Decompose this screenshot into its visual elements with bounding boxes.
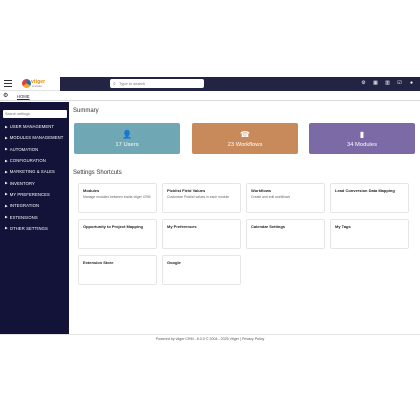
users-summary-card[interactable]: 👤 17 Users — [74, 123, 180, 154]
shortcut-tile-opportunity-project[interactable]: Opportunity to Project Mapping — [78, 219, 157, 249]
checkbox-icon[interactable]: ☑ — [397, 80, 402, 86]
shortcut-tile-lead-conversion[interactable]: Lead Conversion Data Mapping — [330, 183, 409, 213]
shortcut-name: Extension Store — [83, 260, 114, 265]
sidebar-item-label: INTEGRATION — [9, 203, 40, 209]
sidebar-item-label: AUTOMATION — [9, 146, 39, 152]
shortcut-name: Calendar Settings — [251, 224, 286, 229]
file-icon: ▮ — [359, 129, 365, 139]
sidebar-item-label: MY PREFERENCES — [9, 191, 50, 197]
breadcrumb-home[interactable]: HOME — [17, 94, 30, 99]
modules-summary-card[interactable]: ▮ 34 Modules — [309, 123, 415, 154]
shortcut-tile-google[interactable]: Google — [162, 255, 241, 285]
caret-right-icon: ▶ — [5, 203, 8, 208]
workflows-summary-label: 23 Workflows — [227, 141, 263, 148]
shortcut-name: Google — [167, 260, 181, 265]
summary-title: Summary — [73, 108, 99, 114]
sidebar-item-label: MARKETING & SALES — [9, 169, 55, 175]
sidebar-item[interactable]: ▶ MODULES MANAGEMENT — [0, 132, 69, 143]
sidebar-item[interactable]: ▶ USER MANAGEMENT — [0, 121, 69, 132]
caret-right-icon: ▶ — [5, 124, 8, 129]
gear-icon[interactable]: ⚙ — [361, 80, 366, 86]
shortcut-tile-calendar-settings[interactable]: Calendar Settings — [246, 219, 325, 249]
shortcut-name: Picklist Field Values — [167, 188, 206, 193]
sidebar-item-label: CONFIGURATION — [9, 158, 46, 164]
settings-gear-icon[interactable]: ⚙ — [3, 93, 9, 99]
footer: Powered by vtiger CRM - 8.0.0 © 2004 - 2… — [0, 334, 420, 344]
sidebar-item-label: MODULES MANAGEMENT — [9, 135, 64, 141]
caret-right-icon: ▶ — [5, 135, 8, 140]
top-icons: ⚙ ▦ ▥ ☑ ● — [361, 80, 414, 86]
top-bar-left: vtiger innovate — [0, 77, 60, 91]
logo-mark-icon — [22, 78, 31, 88]
top-bar-main: ⌕ ⚙ ▦ ▥ ☑ ● — [60, 77, 420, 91]
caret-right-icon: ▶ — [5, 181, 8, 186]
sidebar-item[interactable]: ▶ EXTENSIONS — [0, 211, 69, 222]
sidebar-item[interactable]: ▶ MARKETING & SALES — [0, 166, 69, 177]
app-logo[interactable]: vtiger innovate — [22, 78, 56, 90]
settings-search-input[interactable] — [3, 110, 67, 118]
user-icon: 👤 — [122, 129, 132, 139]
workflows-summary-card[interactable]: ☎ 23 Workflows — [192, 123, 298, 154]
shortcut-desc: Customize Picklist values in each module — [167, 195, 230, 199]
sidebar-item-label: OTHER SETTINGS — [9, 225, 48, 231]
modules-summary-label: 34 Modules — [347, 141, 377, 148]
caret-right-icon: ▶ — [5, 158, 8, 163]
caret-right-icon: ▶ — [5, 226, 8, 231]
settings-shortcuts-title: Settings Shortcuts — [73, 170, 122, 176]
caret-right-icon: ▶ — [5, 215, 8, 220]
shortcut-name: My Preferences — [167, 224, 197, 229]
sidebar-item-label: USER MANAGEMENT — [9, 124, 55, 130]
settings-sidebar: ▶USER MANAGEMENT▶MODULES MANAGEMENT▶AUTO… — [0, 102, 69, 334]
user-icon[interactable]: ● — [409, 80, 414, 86]
shortcut-tile-picklist[interactable]: Picklist Field Values Customize Picklist… — [162, 183, 241, 213]
chart-icon[interactable]: ▥ — [385, 80, 390, 86]
shortcut-tile-my-preferences[interactable]: My Preferences — [162, 219, 241, 249]
shortcut-name: Workflows — [251, 188, 272, 193]
shortcut-name: Modules — [83, 188, 100, 193]
sidebar-item[interactable]: ▶ INTEGRATION — [0, 200, 69, 211]
shortcut-tile-workflows[interactable]: Workflows Create and edit workflows — [246, 183, 325, 213]
sidebar-item[interactable]: ▶ AUTOMATION — [0, 144, 69, 155]
breadcrumb-bar: ⚙ HOME — [0, 92, 420, 101]
shortcut-name: Opportunity to Project Mapping — [83, 224, 143, 229]
sidebar-item[interactable]: ▶ CONFIGURATION — [0, 155, 69, 166]
global-search-input[interactable] — [119, 79, 199, 88]
sidebar-item[interactable]: ▶ INVENTORY — [0, 177, 69, 188]
hamburger-menu-icon[interactable] — [2, 78, 14, 90]
top-bar: vtiger innovate ⌕ ⚙ ▦ ▥ ☑ ● — [0, 77, 420, 91]
sidebar-item-label: EXTENSIONS — [9, 214, 38, 220]
shortcut-tile-extension-store[interactable]: Extension Store — [78, 255, 157, 285]
logo-tagline: innovate — [32, 84, 42, 88]
shortcut-name: My Tags — [335, 224, 351, 229]
sidebar-item[interactable]: ▶ MY PREFERENCES — [0, 189, 69, 200]
caret-right-icon: ▶ — [5, 169, 8, 174]
sidebar-item[interactable]: ▶ OTHER SETTINGS — [0, 223, 69, 234]
caret-right-icon: ▶ — [5, 192, 8, 197]
shortcut-desc: Create and edit workflows — [251, 195, 291, 199]
shortcut-tile-modules[interactable]: Modules Manage modules between inside vt… — [78, 183, 157, 213]
shortcut-tile-my-tags[interactable]: My Tags — [330, 219, 409, 249]
shortcut-desc: Manage modules between inside vtiger CRM — [83, 195, 151, 199]
users-summary-label: 17 Users — [115, 141, 139, 148]
main-content: Summary 👤 17 Users ☎ 23 Workflows ▮ 34 M… — [69, 102, 420, 334]
sidebar-item-label: INVENTORY — [9, 180, 35, 186]
shortcut-name: Lead Conversion Data Mapping — [335, 188, 395, 193]
phone-icon: ☎ — [240, 129, 250, 139]
calendar-icon[interactable]: ▦ — [373, 80, 378, 86]
global-search[interactable]: ⌕ — [110, 79, 204, 88]
caret-right-icon: ▶ — [5, 147, 8, 152]
